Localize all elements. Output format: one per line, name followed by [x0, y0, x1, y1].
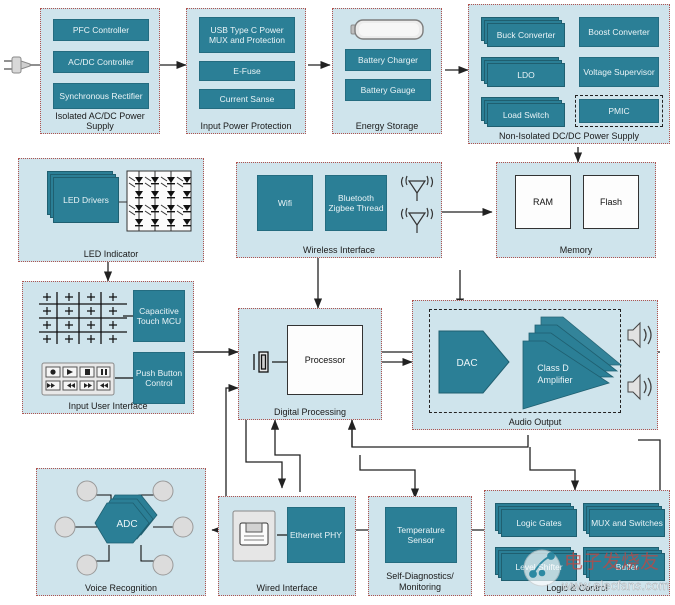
block-diagram-canvas: PFC Controller AC/DC Controller Synchron…	[0, 0, 675, 605]
group-label-dcdc-supply: Non-Isolated DC/DC Power Supply	[498, 131, 640, 141]
block-bluetooth-zigbee-thread[interactable]: Bluetooth Zigbee Thread	[325, 175, 387, 231]
block-logic-gates-label: Logic Gates	[501, 509, 577, 537]
group-wireless-interface: Wifi Bluetooth Zigbee Thread Wireless In…	[236, 162, 442, 258]
block-logic-gates[interactable]: Logic Gates	[495, 503, 577, 537]
group-input-user-interface: Capacitive Touch MCU Push Button Control…	[22, 281, 194, 414]
group-memory: RAM Flash Memory	[496, 162, 656, 258]
group-label-isolated-supply: Isolated AC/DC Power Supply	[55, 111, 145, 131]
block-dac[interactable]: DAC	[437, 329, 511, 395]
ac-plug-icon	[4, 56, 42, 74]
voice-recognition-mic-array: ADC	[54, 480, 194, 576]
antenna-icon-2	[400, 207, 434, 233]
block-load-switch[interactable]: Load Switch	[481, 97, 565, 127]
group-label-wired-interface: Wired Interface	[256, 583, 318, 593]
block-boost-converter[interactable]: Boost Converter	[579, 17, 659, 47]
group-led-indicator: LED Drivers LED Indicator	[18, 158, 204, 262]
remote-keypad-icon	[41, 362, 115, 396]
group-label-digital-processing: Digital Processing	[273, 407, 347, 417]
group-label-input-protection: Input Power Protection	[200, 121, 292, 131]
group-label-memory: Memory	[559, 245, 593, 255]
group-label-input-user-interface: Input User Interface	[68, 401, 148, 411]
block-temperature-sensor[interactable]: Temperature Sensor	[385, 507, 457, 563]
block-mux-and-switches-label: MUX and Switches	[589, 509, 665, 537]
speaker-icon-2	[627, 373, 652, 401]
group-self-diagnostics: Temperature Sensor Self-Diagnostics/ Mon…	[368, 496, 472, 596]
block-push-button-control[interactable]: Push Button Control	[133, 352, 185, 404]
block-class-d-amplifier[interactable]: Class D Amplifier	[517, 313, 627, 413]
block-capacitive-touch-mcu[interactable]: Capacitive Touch MCU	[133, 290, 185, 342]
group-voice-recognition: ADC Voice Recognition	[36, 468, 206, 596]
group-label-audio-output: Audio Output	[508, 417, 562, 427]
block-buck-converter[interactable]: Buck Converter	[481, 17, 565, 47]
block-usb-type-c-power-mux[interactable]: USB Type C Power MUX and Protection	[199, 17, 295, 53]
block-voltage-supervisor[interactable]: Voltage Supervisor	[579, 57, 659, 87]
block-pmic[interactable]: PMIC	[579, 99, 659, 123]
watermark-cn-text: 电子发烧友	[564, 551, 659, 573]
crystal-oscillator-icon	[253, 351, 269, 373]
group-energy-storage: Battery Charger Battery Gauge Energy Sto…	[332, 8, 442, 134]
block-synchronous-rectifier[interactable]: Synchronous Rectifier	[53, 83, 149, 109]
group-label-led-indicator: LED Indicator	[83, 249, 139, 259]
block-processor[interactable]: Processor	[287, 325, 363, 395]
battery-icon	[350, 19, 424, 40]
group-label-self-diagnostics: Self-Diagnostics/ Monitoring	[386, 571, 454, 592]
block-class-d-amplifier-label-2: Amplifier	[537, 375, 572, 385]
group-dcdc-supply: Buck Converter LDO Load Switch Boost Con…	[468, 4, 670, 144]
group-digital-processing: Processor Digital Processing	[238, 308, 382, 420]
block-ethernet-phy[interactable]: Ethernet PHY	[287, 507, 345, 563]
block-adc-label: ADC	[116, 519, 137, 530]
watermark: 电子发烧友 www.elecfans.com	[523, 549, 670, 593]
group-input-protection: USB Type C Power MUX and Protection E-Fu…	[186, 8, 306, 134]
block-battery-charger[interactable]: Battery Charger	[345, 49, 431, 71]
block-buck-converter-label: Buck Converter	[487, 23, 565, 47]
block-acdc-controller[interactable]: AC/DC Controller	[53, 51, 149, 73]
block-ram[interactable]: RAM	[515, 175, 571, 229]
led-matrix-icon	[119, 170, 192, 232]
block-current-sense[interactable]: Current Sanse	[199, 89, 295, 109]
block-wifi[interactable]: Wifi	[257, 175, 313, 231]
block-battery-gauge[interactable]: Battery Gauge	[345, 79, 431, 101]
block-e-fuse[interactable]: E-Fuse	[199, 61, 295, 81]
group-label-voice-recognition: Voice Recognition	[84, 583, 158, 593]
block-led-drivers-label: LED Drivers	[53, 177, 119, 223]
group-label-energy-storage: Energy Storage	[355, 121, 419, 131]
watermark-url-text: www.elecfans.com	[561, 578, 670, 593]
block-dac-label: DAC	[456, 358, 477, 369]
block-led-drivers[interactable]: LED Drivers	[47, 171, 119, 223]
block-pfc-controller[interactable]: PFC Controller	[53, 19, 149, 41]
block-ldo-label: LDO	[487, 63, 565, 87]
group-wired-interface: Ethernet PHY Wired Interface	[218, 496, 356, 596]
antenna-icon	[400, 175, 434, 201]
block-flash[interactable]: Flash	[583, 175, 639, 229]
block-mux-and-switches[interactable]: MUX and Switches	[583, 503, 665, 537]
speaker-icon	[627, 321, 652, 349]
group-label-wireless-interface: Wireless Interface	[302, 245, 376, 255]
group-audio-output: DAC Class D Amplifier Audio Output	[412, 300, 658, 430]
block-load-switch-label: Load Switch	[487, 103, 565, 127]
block-ldo[interactable]: LDO	[481, 57, 565, 87]
group-isolated-supply: PFC Controller AC/DC Controller Synchron…	[40, 8, 160, 134]
touch-grid-icon	[39, 292, 127, 344]
rj45-jack-icon	[232, 510, 276, 562]
block-class-d-amplifier-label-1: Class D	[537, 363, 569, 373]
